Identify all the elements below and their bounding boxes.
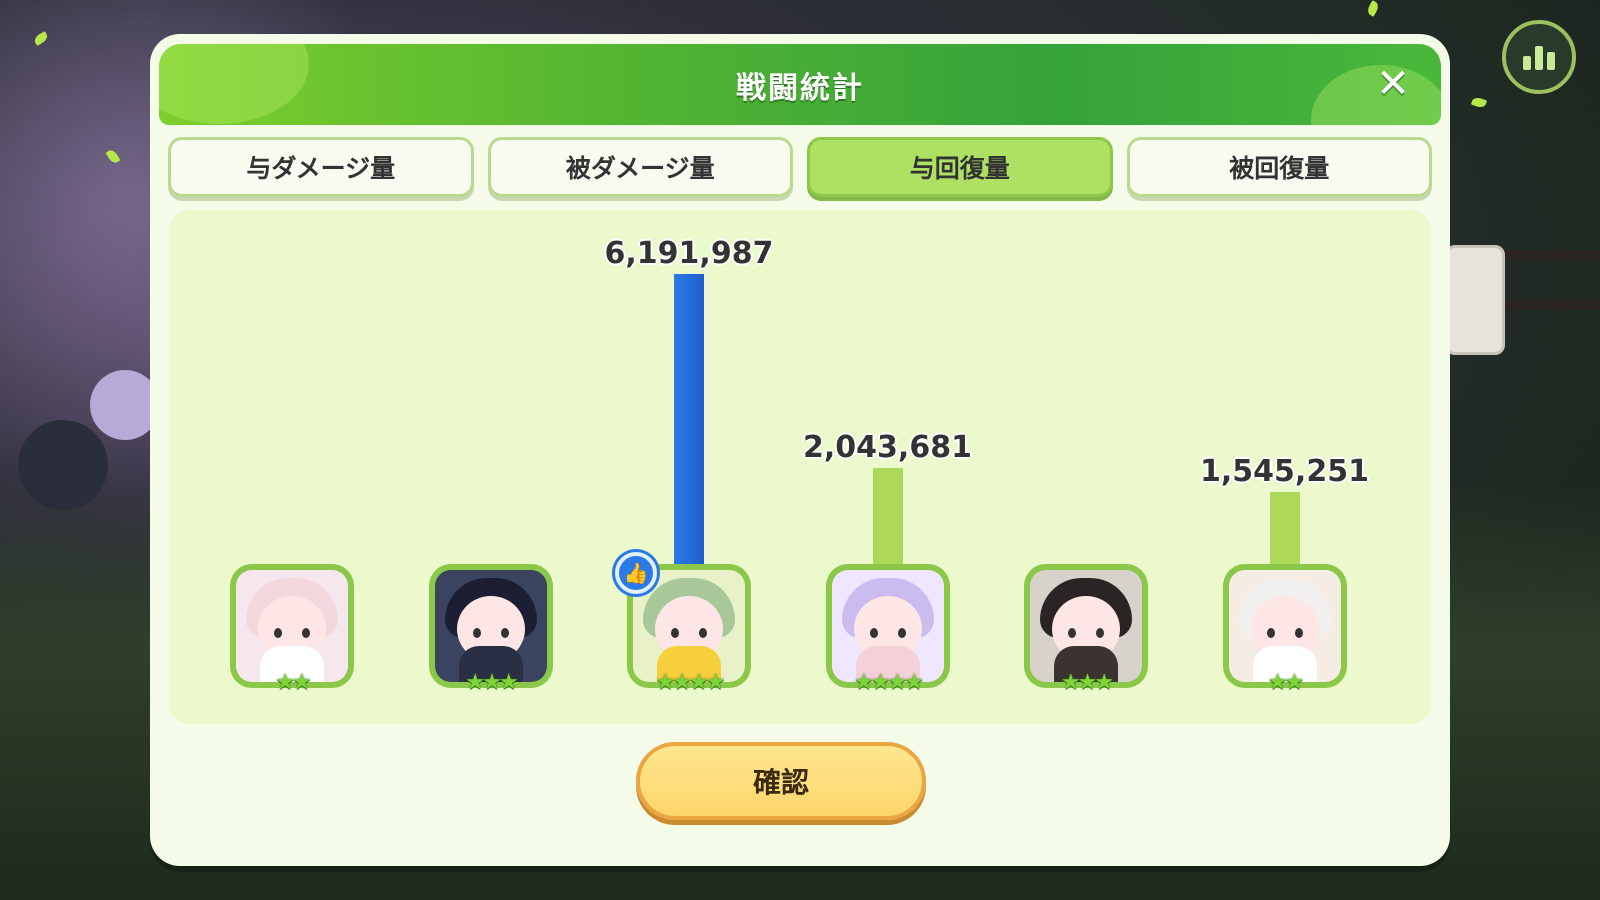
stats-tabs: 与ダメージ量 被ダメージ量 与回復量 被回復量: [168, 137, 1432, 199]
side-panel-card: [1445, 245, 1505, 355]
character-portrait[interactable]: ★★★★: [825, 564, 950, 694]
leaf-icon: [1470, 95, 1488, 110]
close-icon[interactable]: ✕: [1373, 64, 1413, 104]
thumbs-up-icon: 👍: [615, 552, 657, 594]
avatar-eye: [472, 628, 481, 638]
character-avatar: [236, 570, 348, 682]
star-rating: ★★: [275, 670, 311, 695]
star-rating: ★★★★: [854, 670, 924, 695]
avatar-eye: [699, 628, 707, 638]
avatar-eye: [1096, 628, 1104, 638]
tab-damage-dealt[interactable]: 与ダメージ量: [168, 137, 474, 197]
battle-stats-button[interactable]: [1502, 20, 1576, 94]
star-rating: ★★: [1267, 670, 1304, 695]
character-avatar: [831, 570, 944, 682]
avatar-eye: [302, 628, 310, 638]
chart-bar: [1269, 492, 1300, 564]
leaf-icon: [1365, 0, 1381, 17]
bar-chart-icon: [1535, 46, 1543, 70]
bar-value-label: 1,545,251: [1200, 454, 1369, 489]
character-portrait[interactable]: ★★: [1222, 564, 1347, 694]
avatar-eye: [1266, 628, 1275, 638]
background-character: [18, 420, 108, 510]
avatar-eye: [671, 628, 679, 638]
bar-value-label: 2,043,681: [803, 430, 972, 465]
character-portrait[interactable]: ★★★★ 👍: [615, 552, 751, 694]
battle-stats-dialog: 戦闘統計 ✕ 与ダメージ量 被ダメージ量 与回復量 被回復量 ★★ ★★★ 6,19…: [150, 34, 1450, 866]
avatar-eye: [1068, 628, 1076, 638]
tab-healing-received[interactable]: 被回復量: [1126, 137, 1432, 197]
avatar-eye: [869, 628, 878, 638]
bar-value-label: 6,191,987: [604, 236, 774, 271]
star-rating: ★★★★: [655, 670, 726, 695]
bar-chart-icon: [1523, 56, 1531, 70]
chart-bar: [872, 468, 903, 564]
tab-damage-taken[interactable]: 被ダメージ量: [487, 137, 793, 197]
character-avatar: [434, 570, 547, 682]
character-portrait[interactable]: ★★★: [1024, 564, 1148, 694]
character-avatar: [1030, 570, 1142, 682]
confirm-button[interactable]: 確認: [636, 742, 926, 820]
chart-bar: [674, 274, 704, 564]
character-portrait[interactable]: ★★★: [428, 564, 553, 694]
avatar-eye: [500, 628, 509, 638]
bar-chart-icon: [1547, 52, 1555, 70]
chart-panel: ★★ ★★★ 6,191,987 ★★★★ 👍 2,043,681 ★★★★ ★★★ 1,545…: [169, 210, 1431, 724]
character-portrait[interactable]: ★★: [230, 564, 354, 694]
tab-healing-dealt[interactable]: 与回復量: [807, 137, 1113, 197]
bar-chart: ★★ ★★★ 6,191,987 ★★★★ 👍 2,043,681 ★★★★ ★★★ 1,545…: [169, 210, 1431, 724]
avatar-eye: [897, 628, 906, 638]
avatar-eye: [274, 628, 282, 638]
star-rating: ★★★: [1060, 670, 1114, 695]
star-rating: ★★★: [465, 670, 518, 695]
dialog-title: 戦闘統計: [736, 70, 864, 106]
avatar-eye: [1294, 628, 1303, 638]
character-avatar: [1228, 570, 1341, 682]
dialog-header: 戦闘統計 ✕: [159, 44, 1441, 125]
